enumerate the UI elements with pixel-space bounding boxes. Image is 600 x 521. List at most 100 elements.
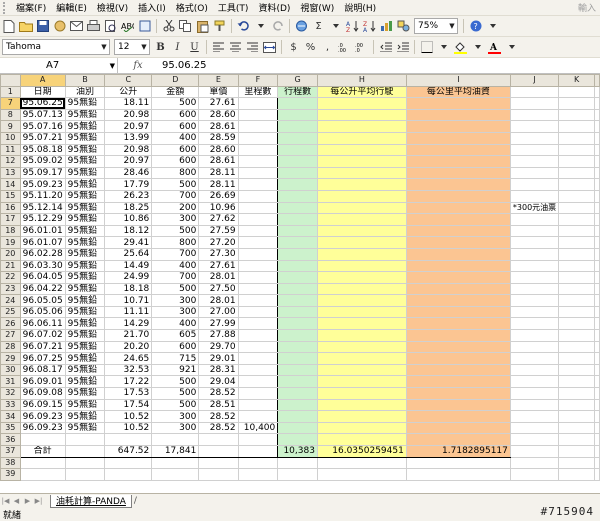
fuel-type-cell[interactable]: 95無鉛 <box>64 189 106 203</box>
unit-price-cell[interactable]: 27.61 <box>198 97 239 110</box>
liters-cell[interactable]: 25.64 <box>104 247 153 261</box>
row-header[interactable]: 36 <box>0 433 21 446</box>
liters-cell[interactable]: 18.11 <box>104 97 153 110</box>
empty-cell[interactable] <box>509 445 560 458</box>
note-cell[interactable] <box>509 120 560 133</box>
empty-cell[interactable] <box>594 189 600 203</box>
fill-color-dropdown-icon[interactable] <box>470 39 485 56</box>
empty-cell[interactable] <box>594 155 600 168</box>
empty-cell[interactable] <box>558 178 595 191</box>
amount-cell[interactable]: 300 <box>151 305 200 319</box>
row-header[interactable]: 37 <box>0 445 21 458</box>
drawing-icon[interactable] <box>396 18 411 35</box>
fuel-type-cell[interactable]: 95無鉛 <box>64 120 106 133</box>
cost-per-km-cell[interactable] <box>405 259 511 273</box>
empty-cell[interactable] <box>198 468 239 481</box>
print-preview-icon[interactable] <box>103 18 118 35</box>
cost-per-km-cell[interactable] <box>405 155 511 168</box>
amount-cell[interactable]: 400 <box>151 317 200 331</box>
mileage-cell[interactable] <box>237 398 279 412</box>
liters-cell[interactable]: 10.52 <box>104 410 153 423</box>
cost-per-km-cell[interactable] <box>405 224 511 238</box>
function-icon[interactable]: fx <box>118 60 158 71</box>
note-cell[interactable] <box>509 305 560 319</box>
cost-per-km-cell[interactable] <box>405 387 511 400</box>
unit-price-cell[interactable]: 28.61 <box>198 120 239 133</box>
date-cell[interactable]: 96.05.06 <box>19 305 66 319</box>
font-name-select[interactable]: Tahoma ▼ <box>2 39 110 55</box>
increase-decimal-icon[interactable]: .0.00 <box>337 39 352 56</box>
empty-cell[interactable] <box>151 433 200 446</box>
empty-cell[interactable] <box>64 445 106 458</box>
km-per-liter-cell[interactable] <box>316 375 407 389</box>
trips-cell[interactable] <box>277 120 318 133</box>
date-cell[interactable]: 95.07.16 <box>19 120 66 133</box>
empty-cell[interactable] <box>594 143 600 157</box>
borders-dropdown-icon[interactable] <box>436 39 451 56</box>
row-header[interactable]: 15 <box>0 189 21 203</box>
trips-cell[interactable] <box>277 410 318 423</box>
toolbar-options-icon[interactable] <box>485 18 500 35</box>
select-all-corner[interactable] <box>0 74 21 87</box>
empty-cell[interactable] <box>558 317 595 331</box>
km-per-liter-cell[interactable] <box>316 224 407 238</box>
date-cell[interactable]: 95.12.29 <box>19 213 66 226</box>
fuel-type-cell[interactable]: 95無鉛 <box>64 108 106 122</box>
fuel-type-cell[interactable]: 95無鉛 <box>64 375 106 389</box>
decrease-decimal-icon[interactable]: .00.0 <box>354 39 369 56</box>
empty-cell[interactable] <box>594 305 600 319</box>
trips-cell[interactable] <box>277 352 318 365</box>
km-per-liter-cell[interactable] <box>316 97 407 110</box>
amount-cell[interactable]: 300 <box>151 294 200 307</box>
font-color-dropdown-icon[interactable] <box>504 39 519 56</box>
date-cell[interactable]: 96.02.28 <box>19 247 66 261</box>
trips-cell[interactable] <box>277 108 318 122</box>
mileage-cell[interactable] <box>237 352 279 365</box>
first-sheet-icon[interactable]: |◀ <box>0 496 11 507</box>
mileage-cell[interactable] <box>237 143 279 157</box>
date-cell[interactable]: 96.03.30 <box>19 259 66 273</box>
fuel-type-cell[interactable]: 95無鉛 <box>64 317 106 331</box>
liters-cell[interactable]: 20.97 <box>104 155 153 168</box>
cost-per-km-cell[interactable] <box>405 97 511 110</box>
trips-cell[interactable] <box>277 131 318 145</box>
cost-per-km-cell[interactable] <box>405 271 511 284</box>
empty-cell[interactable] <box>558 259 595 273</box>
liters-cell[interactable]: 14.29 <box>104 317 153 331</box>
fuel-type-cell[interactable]: 95無鉛 <box>64 363 106 377</box>
empty-cell[interactable] <box>558 433 595 446</box>
liters-cell[interactable]: 10.86 <box>104 213 153 226</box>
menu-data[interactable]: 資料(D) <box>253 1 295 14</box>
row-header[interactable]: 12 <box>0 155 21 168</box>
trips-cell[interactable] <box>277 329 318 342</box>
sort-descending-icon[interactable]: ZA <box>362 18 377 35</box>
print-icon[interactable] <box>86 18 101 35</box>
header-cell[interactable] <box>558 85 595 99</box>
empty-cell[interactable] <box>558 189 595 203</box>
empty-cell[interactable] <box>405 433 511 446</box>
km-per-liter-cell[interactable] <box>316 259 407 273</box>
fuel-type-cell[interactable]: 95無鉛 <box>64 213 106 226</box>
fuel-type-cell[interactable]: 95無鉛 <box>64 166 106 180</box>
mileage-cell[interactable] <box>237 201 279 215</box>
empty-cell[interactable] <box>558 445 595 458</box>
empty-cell[interactable] <box>19 468 66 481</box>
liters-cell[interactable]: 18.18 <box>104 282 153 296</box>
unit-price-cell[interactable]: 28.51 <box>198 398 239 412</box>
fill-color-icon[interactable] <box>453 39 468 56</box>
unit-price-cell[interactable]: 27.20 <box>198 236 239 249</box>
unit-price-cell[interactable]: 28.59 <box>198 131 239 145</box>
note-cell[interactable] <box>509 155 560 168</box>
fuel-type-cell[interactable]: 95無鉛 <box>64 236 106 249</box>
trips-cell[interactable] <box>277 363 318 377</box>
row-header[interactable]: 19 <box>0 236 21 249</box>
total-liters-cell[interactable]: 647.52 <box>104 445 153 458</box>
empty-cell[interactable] <box>509 468 560 481</box>
sort-ascending-icon[interactable]: AZ <box>345 18 360 35</box>
mileage-cell[interactable] <box>237 387 279 400</box>
fuel-type-cell[interactable]: 95無鉛 <box>64 178 106 191</box>
menu-view[interactable]: 檢視(V) <box>92 1 133 14</box>
menu-help[interactable]: 說明(H) <box>339 1 381 14</box>
date-cell[interactable]: 95.11.20 <box>19 189 66 203</box>
empty-cell[interactable] <box>594 97 600 110</box>
